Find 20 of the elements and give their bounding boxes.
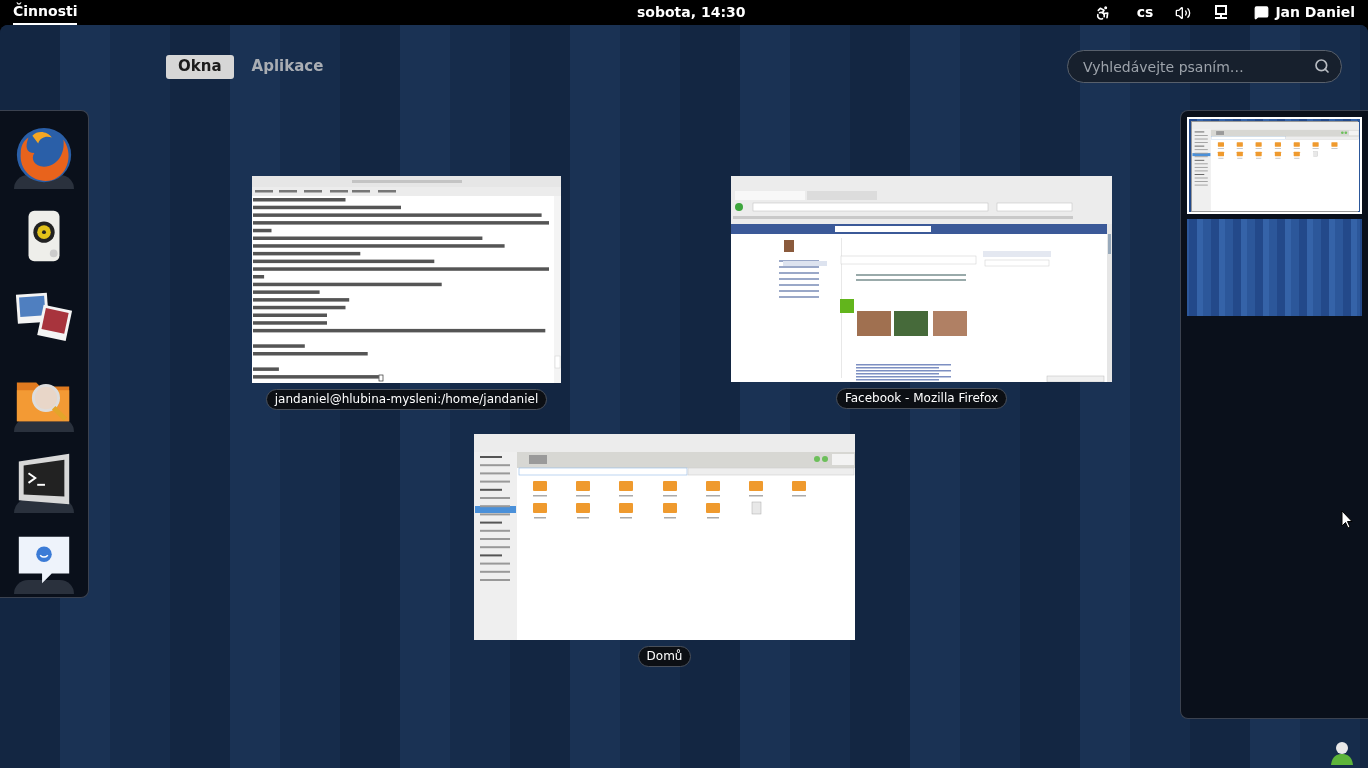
pointer-icon <box>1341 510 1353 529</box>
browser-window-drawing[interactable] <box>731 176 1112 382</box>
terminal-window-drawing[interactable] <box>252 176 561 383</box>
running-indicator <box>14 580 74 594</box>
volume-icon[interactable] <box>1175 4 1192 21</box>
search-icon <box>1314 58 1330 74</box>
user-icon[interactable] <box>1329 740 1355 766</box>
view-tab[interactable]: Okna <box>166 54 234 79</box>
window-caption: Facebook - Mozilla Firefox <box>835 388 1008 409</box>
search-field[interactable]: Vyhledávejte psaním… <box>1067 50 1342 83</box>
window-caption: Domů <box>637 646 692 667</box>
user-menu[interactable]: Jan Daniel <box>1275 2 1355 23</box>
chat-icon[interactable] <box>1254 5 1270 20</box>
clock[interactable]: sobota, 14:30 <box>637 2 746 23</box>
view-tab[interactable]: Aplikace <box>239 54 336 79</box>
keyboard-layout[interactable]: cs <box>1136 2 1154 23</box>
network-icon[interactable] <box>1214 4 1229 21</box>
workspace-thumbnail[interactable] <box>1187 219 1362 316</box>
window-caption: jandaniel@hlubina-mysleni:/home/jandaniel <box>265 389 548 410</box>
accessibility-icon[interactable] <box>1094 4 1111 21</box>
